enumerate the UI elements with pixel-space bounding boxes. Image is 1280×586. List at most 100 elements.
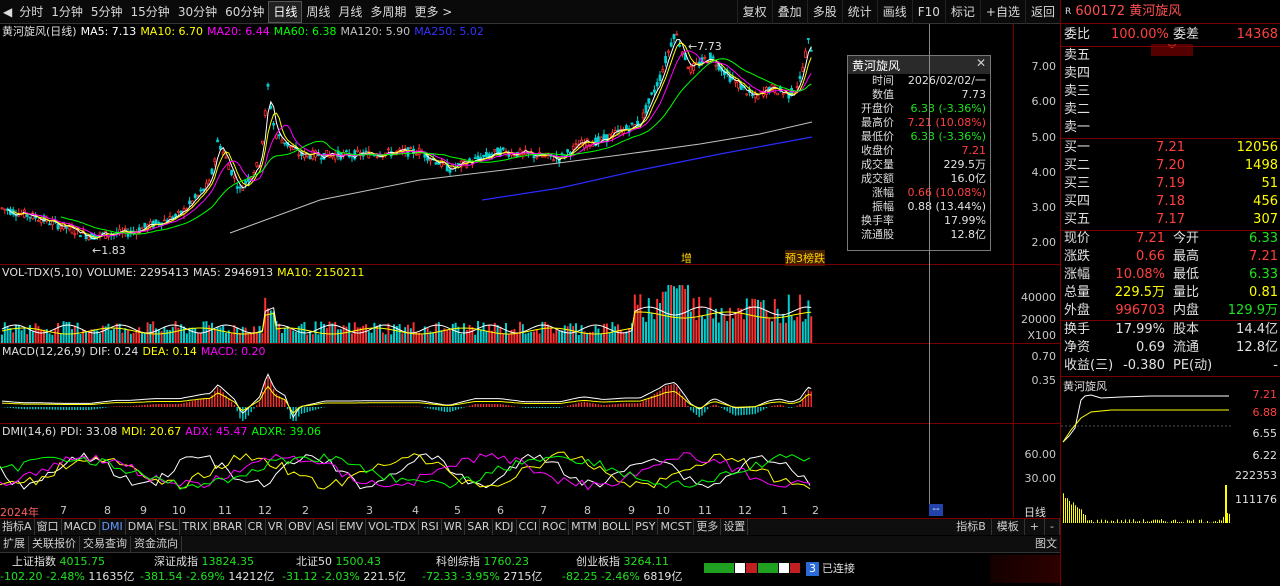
quote-stat-row: 收益(三) -0.380 PE(动) - bbox=[1061, 357, 1280, 375]
indicator-tab[interactable]: EMV bbox=[337, 519, 367, 535]
toolbar-button[interactable]: 叠加 bbox=[771, 0, 807, 24]
volume-bar bbox=[757, 299, 759, 343]
extension-tab[interactable]: 扩展 bbox=[0, 536, 29, 552]
quote-stat-row: 净资 0.69 流通 12.8亿 bbox=[1061, 339, 1280, 357]
indicator-tab[interactable]: BRAR bbox=[211, 519, 246, 535]
period-tab[interactable]: 日线 bbox=[268, 0, 303, 23]
indicator-tab[interactable]: MCST bbox=[658, 519, 695, 535]
index-name-value[interactable]: 北证50 1500.43 bbox=[296, 554, 381, 569]
legend-item: DEA: 0.14 bbox=[142, 345, 197, 358]
toolbar-button[interactable]: 统计 bbox=[841, 0, 877, 24]
legend-item: MA10: 2150211 bbox=[277, 266, 365, 279]
tooltip-value: 0.88 (13.44%) bbox=[907, 200, 986, 213]
period-tab[interactable]: 多周期 bbox=[366, 0, 410, 24]
quote-stat-row: 涨跌 0.66 最高 7.21 bbox=[1061, 248, 1280, 266]
indicator-tab[interactable]: BOLL bbox=[600, 519, 634, 535]
toolbar-button[interactable]: F10 bbox=[911, 0, 945, 24]
indicator-tab[interactable]: MTM bbox=[569, 519, 600, 535]
indicator-tab[interactable]: MACD bbox=[62, 519, 100, 535]
indicator-tab[interactable]: 窗口 bbox=[35, 519, 62, 535]
dmi-chart[interactable] bbox=[0, 439, 1013, 503]
extension-tab[interactable]: 资金流向 bbox=[131, 536, 182, 552]
volume-bar bbox=[59, 333, 62, 343]
period-tab[interactable]: 1分钟 bbox=[47, 0, 87, 24]
indicator-tab[interactable]: 模板 bbox=[992, 519, 1025, 535]
index-name-value[interactable]: 上证指数 4015.75 bbox=[12, 554, 105, 569]
indicator-tab[interactable]: ROC bbox=[540, 519, 570, 535]
tuwen-tab[interactable]: 图文 bbox=[1032, 536, 1060, 552]
indicator-tab[interactable]: DMA bbox=[126, 519, 157, 535]
collapse-arrow-icon[interactable]: ◀ bbox=[0, 5, 15, 19]
toolbar-button[interactable]: 标记 bbox=[944, 0, 980, 24]
indicator-tab[interactable]: 指标B bbox=[951, 519, 992, 535]
period-tab[interactable]: 15分钟 bbox=[127, 0, 174, 24]
indicator-tab[interactable]: + bbox=[1025, 519, 1046, 535]
close-icon[interactable]: ✕ bbox=[976, 56, 986, 70]
period-tab[interactable]: 月线 bbox=[334, 0, 366, 24]
time-tick: 9 bbox=[140, 504, 147, 517]
indicator-tab[interactable]: ASI bbox=[314, 519, 338, 535]
intraday-mini-chart[interactable]: 7.21 6.88 6.55 6.22 222353 111176 bbox=[1061, 388, 1280, 525]
candle-body bbox=[79, 235, 82, 238]
indicator-tab[interactable]: VOL-TDX bbox=[366, 519, 419, 535]
toolbar-button[interactable]: 复权 bbox=[736, 0, 772, 24]
mini-volume-bar bbox=[1131, 522, 1132, 523]
volume-bar bbox=[505, 323, 507, 343]
index-name: 深证成指 bbox=[154, 555, 198, 568]
volume-bar bbox=[471, 326, 474, 343]
index-name-value[interactable]: 深证成指 13824.35 bbox=[154, 554, 254, 569]
volume-bar bbox=[527, 332, 530, 343]
extension-tab[interactable]: 关联报价 bbox=[29, 536, 80, 552]
candle-body bbox=[288, 145, 292, 148]
candle-body bbox=[244, 180, 248, 184]
mini-axis-label: 6.55 bbox=[1253, 427, 1278, 440]
toolbar-button[interactable]: +自选 bbox=[979, 0, 1025, 24]
toolbar-button[interactable]: 多股 bbox=[806, 0, 842, 24]
mini-volume-bar bbox=[1137, 521, 1138, 523]
toolbar-button[interactable]: 画线 bbox=[876, 0, 912, 24]
indicator-tab[interactable]: WR bbox=[442, 519, 466, 535]
indicator-tab[interactable]: KDJ bbox=[493, 519, 517, 535]
toolbar-button[interactable]: 返回 bbox=[1024, 0, 1060, 24]
volume-chart[interactable] bbox=[0, 281, 1013, 343]
volume-bar bbox=[440, 330, 443, 343]
indicator-tab[interactable]: 更多 bbox=[694, 519, 722, 535]
indicator-tab[interactable]: RSI bbox=[419, 519, 442, 535]
macd-chart[interactable] bbox=[0, 359, 1013, 423]
volume-bar bbox=[1, 334, 3, 343]
extension-tab[interactable]: 交易查询 bbox=[80, 536, 131, 552]
indicator-tab[interactable]: FSL bbox=[156, 519, 181, 535]
indicator-tab[interactable]: 设置 bbox=[721, 519, 749, 535]
indicator-tab[interactable]: PSY bbox=[633, 519, 659, 535]
stat-value: 10.08% bbox=[1115, 267, 1165, 282]
indicator-tab[interactable]: CCI bbox=[517, 519, 541, 535]
tooltip-value: 7.21 (10.08%) bbox=[907, 116, 986, 129]
candle-body bbox=[193, 194, 197, 199]
candle-body bbox=[745, 93, 749, 96]
period-tab[interactable]: 30分钟 bbox=[174, 0, 221, 24]
indicator-tab[interactable]: - bbox=[1045, 519, 1060, 535]
volume-bar bbox=[317, 334, 320, 343]
volume-axis: 40000 20000 X100 bbox=[1013, 265, 1060, 343]
period-tab[interactable]: 60分钟 bbox=[221, 0, 268, 24]
volume-bar bbox=[561, 330, 563, 343]
legend-item: ADXR: 39.06 bbox=[251, 425, 321, 438]
indicator-tab[interactable]: CR bbox=[246, 519, 266, 535]
indicator-tab[interactable]: SAR bbox=[465, 519, 493, 535]
indicator-tab[interactable]: 指标A bbox=[0, 519, 35, 535]
indicator-tab[interactable]: VR bbox=[266, 519, 287, 535]
tooltip-key: 数值 bbox=[872, 88, 894, 101]
data-tooltip: 黄河旋风 ✕ 时间 2026/02/02/一 数值 7.73 开盘价 6.33 (-3.36… bbox=[847, 55, 991, 251]
connection-status[interactable]: 3 已连接 bbox=[806, 562, 855, 576]
period-tab[interactable]: 5分钟 bbox=[87, 0, 127, 24]
indicator-tab[interactable]: TRIX bbox=[180, 519, 211, 535]
buy-row: 买二 7.20 1498 bbox=[1061, 157, 1280, 175]
period-tab[interactable]: 分时 bbox=[15, 0, 47, 24]
stat-value: 14.4亿 bbox=[1236, 322, 1278, 337]
indicator-tab[interactable]: OBV bbox=[286, 519, 315, 535]
period-tab[interactable]: 更多 > bbox=[410, 0, 456, 24]
period-tab[interactable]: 周线 bbox=[302, 0, 334, 24]
index-name-value[interactable]: 科创综指 1760.23 bbox=[436, 554, 529, 569]
index-name-value[interactable]: 创业板指 3264.11 bbox=[576, 554, 669, 569]
indicator-tab[interactable]: DMI bbox=[100, 519, 126, 535]
